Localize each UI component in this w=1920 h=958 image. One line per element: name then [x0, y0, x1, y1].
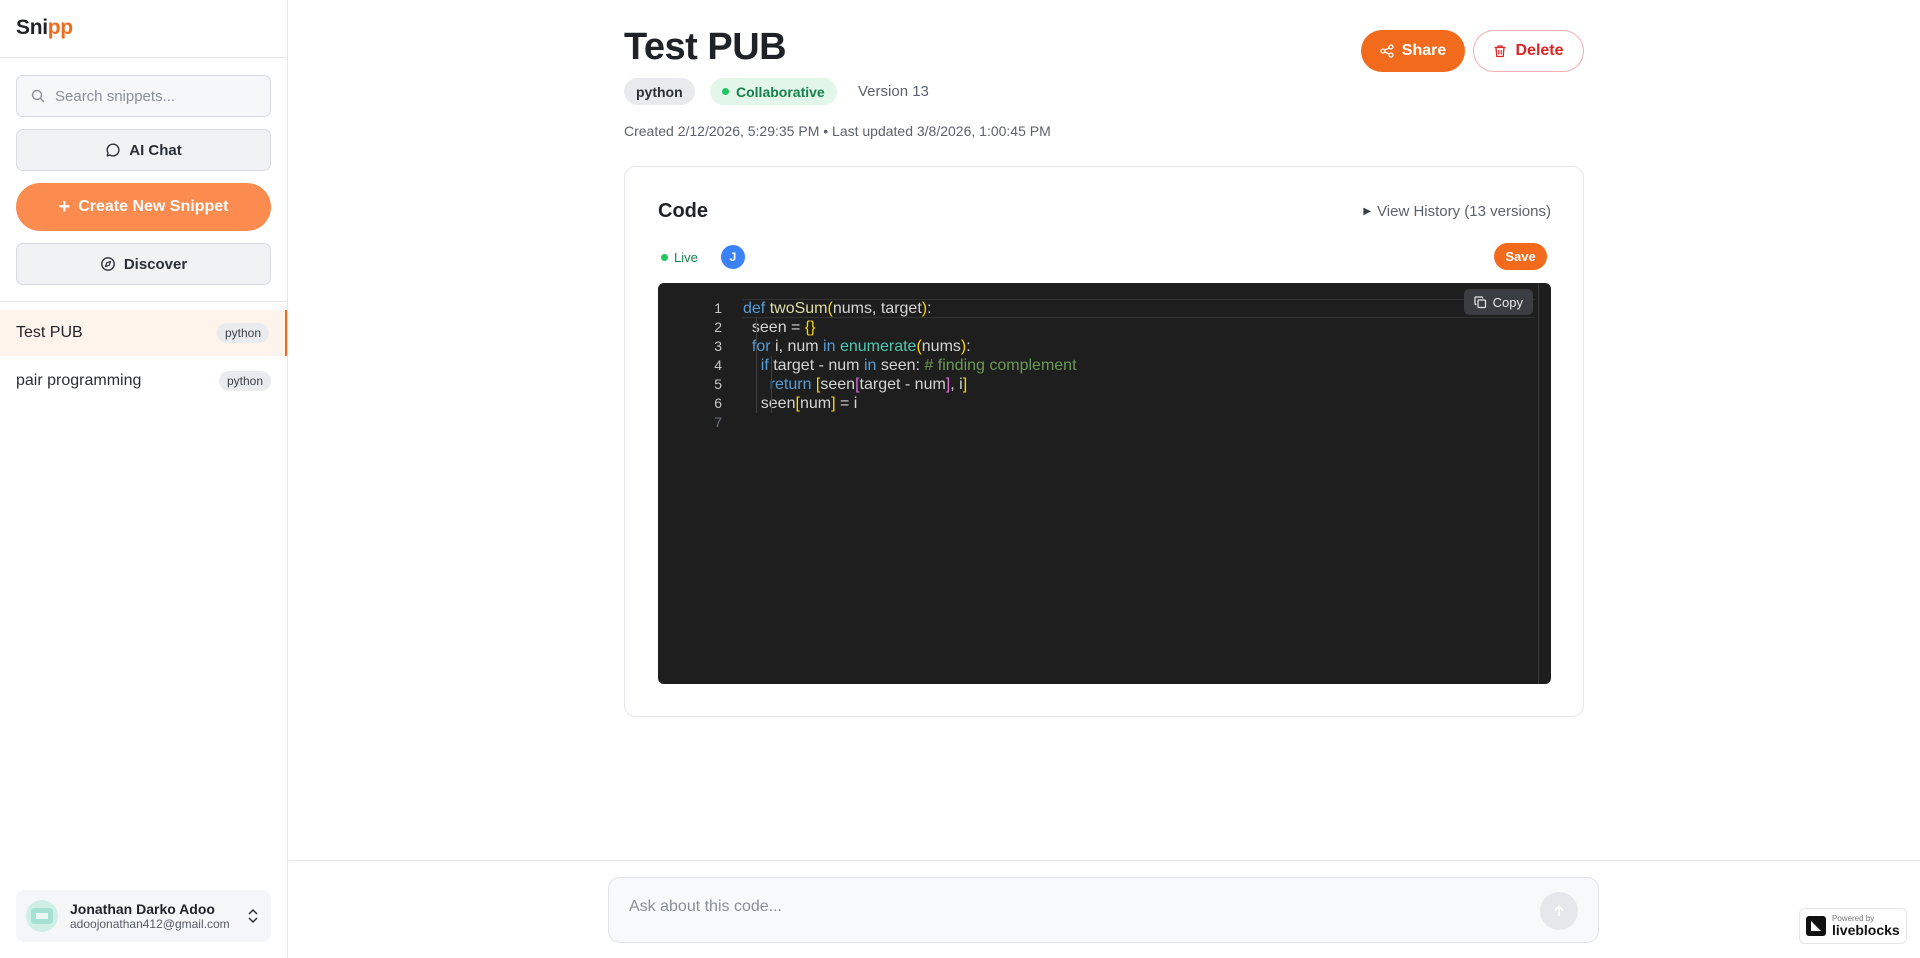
- code-lines[interactable]: def twoSum(nums, target): seen = {} for …: [743, 299, 1535, 432]
- chat-divider: [289, 860, 1920, 861]
- code-editor[interactable]: 1 2 3 4 5 6 7 def twoSum(nums, target): …: [658, 283, 1551, 684]
- brand-part-2: pp: [47, 16, 73, 39]
- user-info: Jonathan Darko Adoo adoojonathan412@gmai…: [70, 901, 245, 931]
- ask-input[interactable]: [629, 898, 1509, 916]
- view-history-toggle[interactable]: ▶ View History (13 versions): [1363, 203, 1551, 220]
- compass-icon: [100, 257, 115, 271]
- create-snippet-label: Create New Snippet: [78, 198, 229, 215]
- code-panel-title: Code: [658, 200, 708, 222]
- arrow-up-icon: [1554, 905, 1564, 916]
- share-icon: [1380, 44, 1394, 58]
- copy-label: Copy: [1492, 294, 1523, 310]
- save-button[interactable]: Save: [1494, 243, 1547, 270]
- line-number: 4: [714, 357, 722, 373]
- line-number: 2: [714, 319, 722, 335]
- collaborative-badge: Collaborative: [710, 78, 837, 105]
- language-badge: python: [624, 78, 695, 105]
- line-number: 1: [714, 300, 722, 316]
- line-number: 5: [714, 376, 722, 392]
- collaborator-avatar[interactable]: J: [721, 245, 745, 269]
- snippet-title: pair programming: [16, 372, 142, 389]
- app-root: Snipp AI Chat + Create New Snippet Disco…: [0, 0, 1920, 958]
- brand-part-1: Sni: [16, 16, 48, 39]
- status-dot-icon: [722, 88, 729, 95]
- collaborative-label: Collaborative: [736, 83, 825, 100]
- search-box[interactable]: [16, 75, 271, 117]
- avatar: [26, 900, 58, 932]
- user-name: Jonathan Darko Adoo: [70, 901, 215, 917]
- copy-button[interactable]: Copy: [1463, 289, 1533, 315]
- snippet-language-badge: python: [218, 371, 271, 391]
- delete-button[interactable]: Delete: [1473, 30, 1584, 72]
- live-dot-icon: [661, 254, 668, 261]
- chat-bubble-icon: [106, 143, 120, 157]
- line-number: 6: [714, 395, 722, 411]
- discover-label: Discover: [123, 255, 188, 273]
- snippet-item-test-pub[interactable]: Test PUB python: [0, 310, 287, 356]
- snippet-title: Test PUB: [16, 324, 83, 341]
- user-email: adoojonathan412@gmail.com: [70, 917, 230, 931]
- plus-icon: +: [58, 196, 71, 218]
- share-button[interactable]: Share: [1361, 30, 1465, 72]
- powered-by-text: Powered by liveblocks: [1832, 915, 1900, 938]
- ask-ai-box: [608, 877, 1599, 943]
- live-label: Live: [674, 250, 698, 265]
- powered-by-brand: liveblocks: [1832, 922, 1900, 938]
- snippet-language-badge: python: [216, 323, 269, 343]
- live-indicator: Live: [661, 250, 698, 265]
- ai-chat-button[interactable]: AI Chat: [16, 129, 271, 171]
- ai-chat-label: AI Chat: [129, 141, 182, 159]
- main-content: Test PUB python Collaborative Version 13…: [289, 0, 1920, 958]
- caret-right-icon: ▶: [1363, 206, 1372, 217]
- delete-label: Delete: [1515, 42, 1564, 59]
- editor-scroll-ruler: [1538, 283, 1539, 684]
- send-button[interactable]: [1540, 892, 1578, 930]
- code-line: for i, num in enumerate(nums):: [751, 338, 971, 355]
- sidebar: Snipp AI Chat + Create New Snippet Disco…: [0, 0, 288, 958]
- indent-guide: [771, 356, 772, 413]
- line-number-gutter: 1 2 3 4 5 6 7: [658, 299, 722, 432]
- code-line: def twoSum(nums, target):: [743, 299, 1535, 318]
- page-title: Test PUB: [624, 26, 787, 68]
- trash-icon: [1494, 45, 1506, 58]
- chevron-up-down-icon: [248, 908, 258, 924]
- copy-icon: [1474, 295, 1486, 308]
- line-number: 3: [714, 338, 722, 354]
- user-menu[interactable]: Jonathan Darko Adoo adoojonathan412@gmai…: [16, 890, 271, 942]
- liveblocks-badge[interactable]: Powered by liveblocks: [1799, 908, 1907, 944]
- line-number: 7: [714, 414, 722, 430]
- code-line: if target - num in seen: # finding compl…: [760, 357, 1077, 374]
- indent-guide: [756, 318, 757, 413]
- share-label: Share: [1401, 42, 1447, 59]
- snippet-item-pair-programming[interactable]: pair programming python: [0, 358, 287, 404]
- code-line: return [seen[target - num], i]: [769, 376, 968, 393]
- sidebar-divider: [0, 301, 287, 302]
- liveblocks-logo-icon: [1806, 916, 1826, 936]
- code-line: seen = {}: [743, 319, 816, 336]
- search-input[interactable]: [55, 87, 255, 105]
- code-panel: Code ▶ View History (13 versions) Live J…: [624, 166, 1584, 717]
- search-icon: [31, 89, 45, 103]
- view-history-label: View History (13 versions): [1377, 203, 1551, 220]
- discover-button[interactable]: Discover: [16, 243, 271, 285]
- create-new-snippet-button[interactable]: + Create New Snippet: [16, 183, 271, 231]
- code-line: seen[num] = i: [743, 395, 858, 412]
- version-label: Version 13: [858, 83, 929, 100]
- brand-logo[interactable]: Snipp: [0, 0, 287, 58]
- timestamps: Created 2/12/2026, 5:29:35 PM • Last upd…: [624, 123, 1051, 139]
